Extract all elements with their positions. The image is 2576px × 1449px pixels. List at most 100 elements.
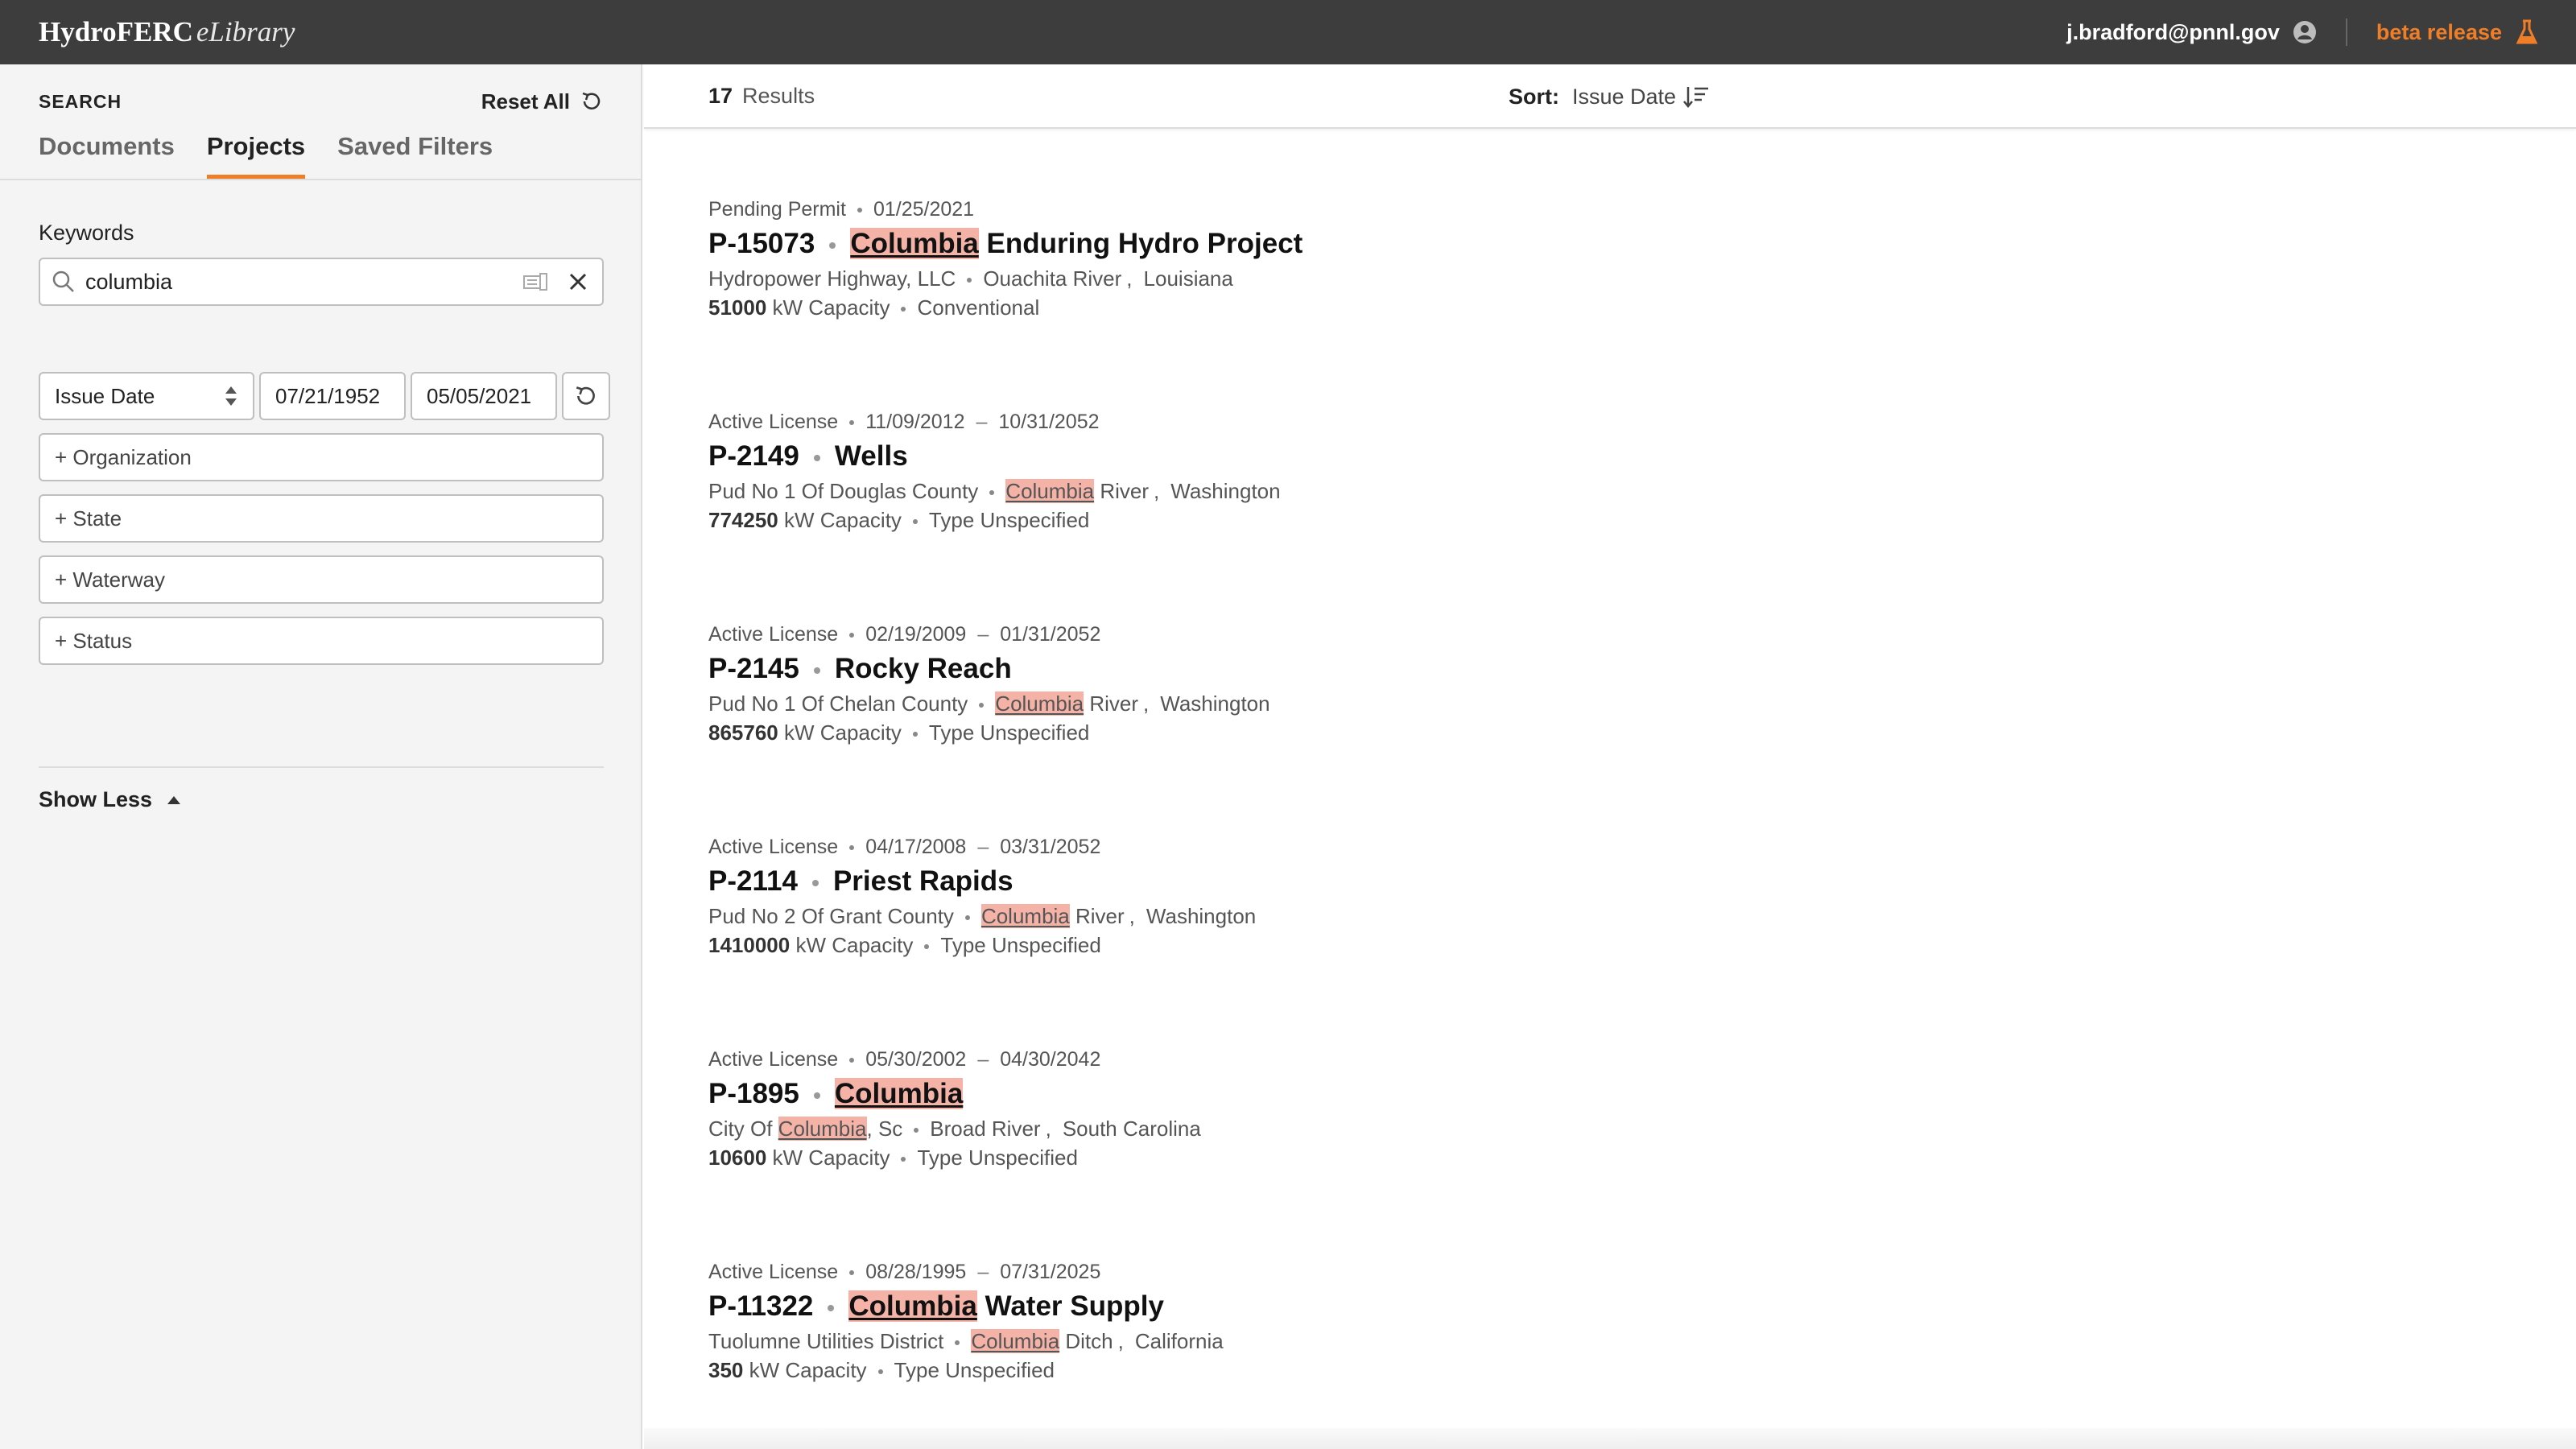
capacity-value: 350 — [708, 1358, 744, 1382]
result-status: Active License — [708, 1048, 839, 1071]
tab-saved-filters[interactable]: Saved Filters — [337, 129, 493, 179]
date-range-dash: – — [976, 411, 988, 433]
separator-dot — [849, 420, 855, 426]
tab-projects[interactable]: Projects — [206, 129, 306, 179]
filter-organization-button[interactable]: + Organization — [39, 433, 604, 481]
separator-dot — [829, 242, 836, 249]
result-title[interactable]: P-15073 Columbia Enduring Hydro Project — [708, 224, 1513, 264]
result-location: Hydropower Highway, LLC Ouachita River, Lo… — [708, 264, 1513, 293]
show-less-button[interactable]: Show Less — [39, 787, 181, 812]
licensee: Tuolumne Utilities District — [708, 1329, 944, 1353]
result-capacity: 10600 kW Capacity Type Unspecified — [708, 1143, 1513, 1172]
project-name: Rocky Reach — [834, 653, 1012, 684]
search-sidebar: SEARCH Reset All Documents Projects Save… — [0, 64, 642, 1449]
project-type: Type Unspecified — [928, 508, 1090, 532]
user-account-icon[interactable] — [2293, 20, 2317, 44]
filter-waterway-button[interactable]: + Waterway — [39, 555, 604, 604]
licensee: Hydropower Highway, LLC — [708, 266, 956, 291]
project-name-highlight: Columbia — [848, 1290, 977, 1322]
capacity-unit: kW Capacity — [795, 933, 914, 957]
sort-control[interactable]: Sort: Issue Date — [1509, 84, 1710, 109]
tab-documents[interactable]: Documents — [39, 129, 175, 179]
result-title[interactable]: P-2114 Priest Rapids — [708, 861, 1513, 902]
result-meta: Active License 11/09/2012–10/31/2052 — [708, 407, 1513, 436]
user-email[interactable]: j.bradford@pnnl.gov — [2066, 20, 2280, 45]
reset-icon — [582, 92, 601, 109]
keywords-label: Keywords — [39, 221, 134, 245]
sort-value[interactable]: Issue Date — [1572, 85, 1676, 109]
waterway: Ouachita River — [983, 266, 1122, 291]
filter-status-button[interactable]: + Status — [39, 617, 604, 665]
result-capacity: 774250 kW Capacity Type Unspecified — [708, 506, 1513, 535]
project-id: P-2114 — [708, 865, 798, 897]
sort-label: Sort: — [1509, 84, 1559, 109]
top-bar: HydroFERC eLibrary j.bradford@pnnl.gov be… — [0, 0, 2576, 64]
clear-icon[interactable] — [568, 272, 588, 291]
result-item[interactable]: Active License 08/28/1995–07/31/2025 P-11… — [708, 1257, 1513, 1385]
reset-all-button[interactable]: Reset All — [481, 89, 604, 114]
results-count: 17 Results — [708, 84, 815, 109]
separator-dot — [912, 519, 918, 525]
result-expiry-date: 01/31/2052 — [1000, 623, 1101, 646]
result-meta: Active License 05/30/2002–04/30/2042 — [708, 1045, 1513, 1074]
separator-dot — [849, 845, 855, 851]
reset-icon — [576, 386, 595, 405]
project-type: Type Unspecified — [894, 1358, 1055, 1382]
waterway: Ditch — [1059, 1329, 1113, 1353]
capacity-unit: kW Capacity — [784, 508, 902, 532]
licensee: Pud No 1 Of Chelan County — [708, 691, 968, 716]
comma: , — [1117, 1329, 1124, 1353]
result-title[interactable]: P-2149 Wells — [708, 436, 1513, 477]
date-range-dash: – — [977, 1261, 989, 1283]
result-title[interactable]: P-11322 Columbia Water Supply — [708, 1286, 1513, 1327]
project-id: P-2145 — [708, 653, 799, 684]
result-item[interactable]: Active License 02/19/2009–01/31/2052 P-21… — [708, 620, 1513, 747]
result-item[interactable]: Active License 04/17/2008–03/31/2052 P-21… — [708, 832, 1513, 960]
comma: , — [1143, 691, 1150, 716]
date-to-input[interactable]: 05/05/2021 — [411, 372, 557, 420]
project-name: Enduring Hydro Project — [978, 228, 1303, 259]
result-location: Pud No 1 Of Chelan County Columbia River,… — [708, 689, 1513, 718]
separator-dot — [813, 454, 820, 461]
project-name-highlight: Columbia — [850, 228, 979, 259]
project-type: Type Unspecified — [928, 720, 1090, 745]
keywords-value[interactable]: columbia — [85, 270, 523, 295]
app-logo[interactable]: HydroFERC eLibrary — [39, 16, 295, 48]
sort-descending-icon[interactable] — [1682, 84, 1710, 109]
date-field-select[interactable]: Issue Date — [39, 372, 254, 420]
separator-dot — [964, 915, 970, 921]
beta-release-label[interactable]: beta release — [2376, 20, 2502, 45]
date-from-input[interactable]: 07/21/1952 — [259, 372, 406, 420]
keywords-input[interactable]: columbia — [39, 258, 604, 306]
waterway-highlight: Columbia — [971, 1329, 1060, 1353]
reset-all-label: Reset All — [481, 89, 570, 114]
keyboard-icon[interactable] — [523, 272, 547, 291]
result-capacity: 350 kW Capacity Type Unspecified — [708, 1356, 1513, 1385]
result-status: Active License — [708, 411, 839, 433]
result-issue-date: 04/17/2008 — [865, 836, 967, 858]
state: Louisiana — [1143, 266, 1233, 291]
filter-state-button[interactable]: + State — [39, 494, 604, 543]
result-title[interactable]: P-2145 Rocky Reach — [708, 649, 1513, 689]
result-location: Pud No 2 Of Grant County Columbia River, W… — [708, 902, 1513, 931]
separator-dot — [901, 1157, 906, 1162]
state: Washington — [1170, 479, 1281, 503]
top-right-group: j.bradford@pnnl.gov beta release — [2066, 0, 2539, 64]
separator-dot — [828, 1304, 835, 1311]
sidebar-header: SEARCH Reset All — [39, 85, 604, 118]
result-item[interactable]: Active License 05/30/2002–04/30/2042 P-18… — [708, 1045, 1513, 1172]
result-item[interactable]: Pending Permit 01/25/2021 P-15073 Columbia… — [708, 195, 1513, 322]
date-range-dash: – — [977, 836, 989, 858]
search-title: SEARCH — [39, 90, 122, 112]
capacity-value: 774250 — [708, 508, 778, 532]
date-reset-button[interactable] — [562, 372, 610, 420]
project-id: P-1895 — [708, 1078, 799, 1109]
capacity-unit: kW Capacity — [772, 1146, 890, 1170]
separator-dot — [914, 1128, 919, 1133]
result-item[interactable]: Active License 11/09/2012–10/31/2052 P-21… — [708, 407, 1513, 535]
separator-dot — [955, 1340, 960, 1346]
result-title[interactable]: P-1895 Columbia — [708, 1074, 1513, 1114]
date-range-dash: – — [977, 623, 989, 646]
tabs-divider — [0, 179, 642, 180]
separator-dot — [989, 490, 995, 496]
